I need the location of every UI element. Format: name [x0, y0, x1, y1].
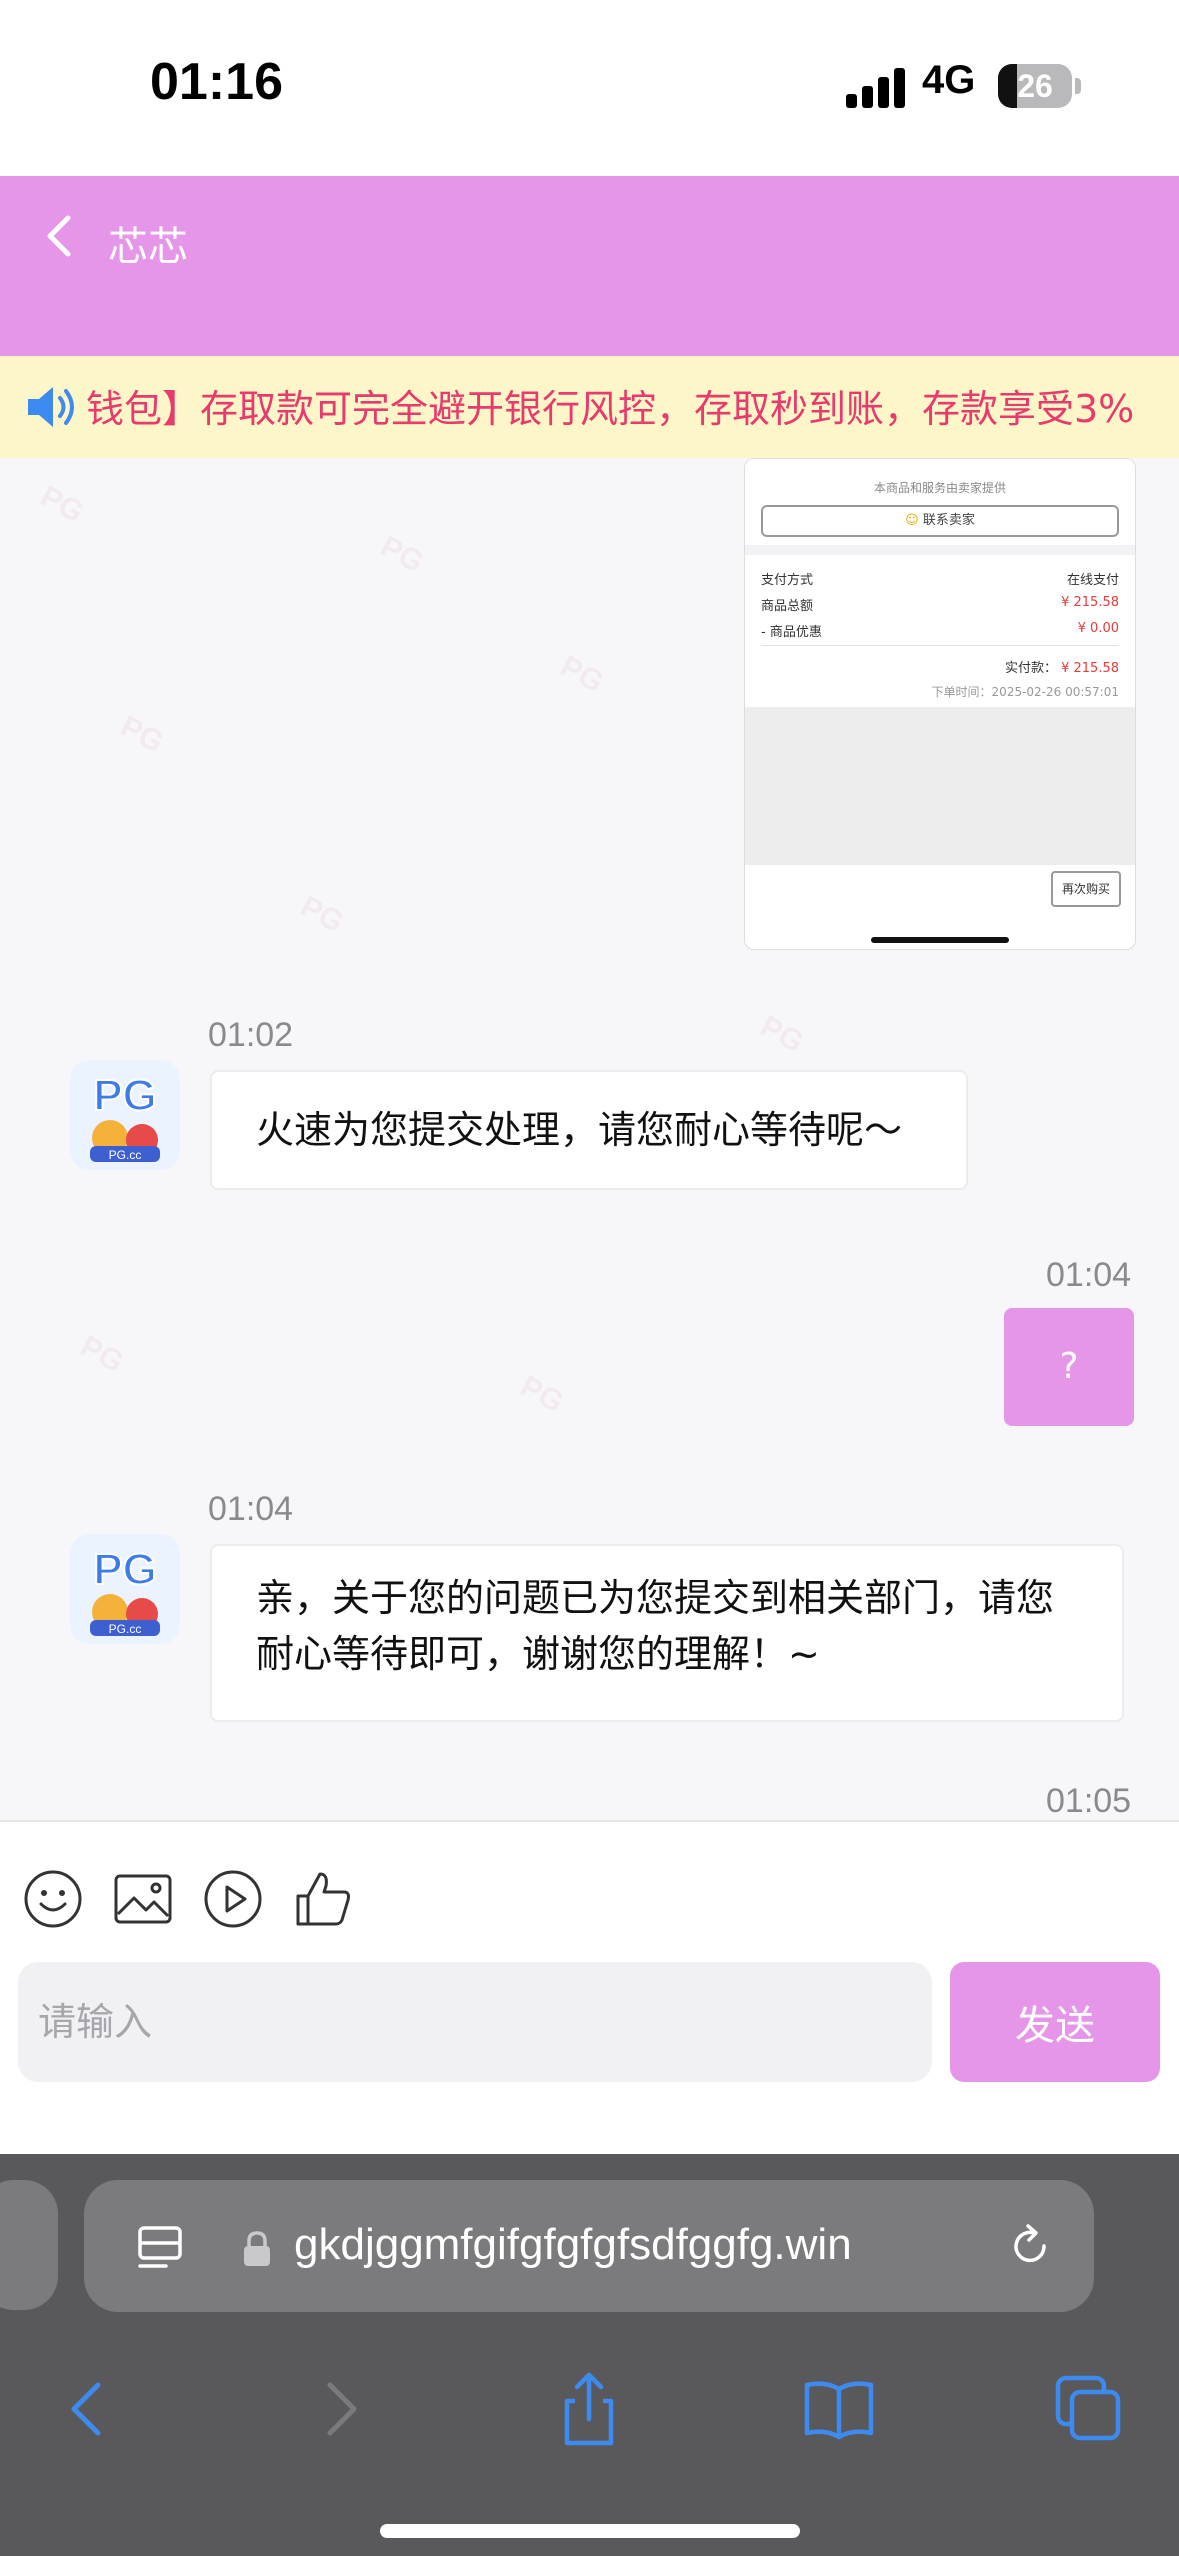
chat-title: 芯芯 — [108, 224, 188, 270]
network-label: 4G — [922, 58, 976, 102]
back-nav-button[interactable] — [32, 2354, 142, 2464]
thumbs-up-icon[interactable] — [292, 1868, 354, 1930]
chevron-left-icon — [47, 215, 71, 257]
chevron-left-icon — [71, 2382, 101, 2436]
seller-note: 本商品和服务由卖家提供 — [873, 481, 1006, 495]
agent-avatar[interactable]: PG PG.cc — [70, 1060, 180, 1170]
payment-method-value: 在线支付 — [1066, 573, 1119, 588]
contact-seller-label: 联系卖家 — [922, 513, 975, 528]
avatar-text: PG — [93, 1545, 157, 1594]
emoji-icon[interactable] — [22, 1868, 84, 1930]
status-time: 01:16 — [150, 53, 283, 111]
watermark-text: PG — [115, 709, 169, 760]
watermark-text: PG — [75, 1329, 129, 1380]
battery-level: 26 — [1017, 68, 1053, 104]
message-time: 01:04 — [208, 1490, 294, 1528]
forward-nav-button[interactable] — [286, 2354, 396, 2464]
share-button[interactable] — [534, 2354, 644, 2464]
user-message-bubble[interactable]: ? — [1004, 1308, 1134, 1426]
previous-tab-peek[interactable] — [0, 2180, 58, 2310]
url-text: gkdjggmfgifgfgfgfsdfggfg.win — [294, 2220, 852, 2269]
status-bar: 01:16 4G 26 — [0, 0, 1179, 176]
message-time: 01:05 — [1046, 1782, 1132, 1820]
watermark-text: PG — [375, 529, 429, 580]
send-button[interactable]: 发送 — [950, 1962, 1160, 2082]
payment-method-label: 支付方式 — [761, 573, 814, 588]
order-time: 下单时间：2025-02-26 00:57:01 — [931, 685, 1119, 699]
pg-logo-icon: PG PG.cc — [70, 1534, 180, 1644]
image-message[interactable]: 本商品和服务由卖家提供 ☺ 联系卖家 支付方式 在线支付 商品总额 ¥ 215.… — [744, 458, 1136, 950]
home-indicator — [380, 2524, 800, 2538]
message-composer: 发送 — [0, 1820, 1179, 2154]
watermark-text: PG — [35, 479, 89, 530]
browser-chrome: gkdjggmfgifgfgfgfsdfggfg.win — [0, 2154, 1179, 2556]
watermark-text: PG — [555, 649, 609, 700]
signal-icon — [846, 66, 906, 108]
paid-label: 实付款： — [1004, 661, 1057, 676]
battery-tip — [1075, 78, 1081, 94]
goods-total-value: ¥ 215.58 — [1061, 595, 1119, 610]
watermark-text: PG — [515, 1369, 569, 1420]
tabs-button[interactable] — [1034, 2354, 1144, 2464]
announcement-text: 钱包】存取款可完全避开银行风控，存取秒到账，存款享受3% — [86, 387, 1135, 431]
avatar-subtext: PG.cc — [109, 1148, 142, 1162]
address-bar[interactable]: gkdjggmfgifgfgfgfsdfggfg.win — [84, 2180, 1094, 2312]
discount-value: ¥ 0.00 — [1077, 621, 1119, 636]
lock-icon — [244, 2231, 270, 2266]
goods-total-label: 商品总额 — [761, 599, 814, 614]
watermark-text: PG — [755, 1009, 809, 1060]
reload-icon[interactable] — [1004, 2220, 1056, 2272]
message-time: 01:04 — [1046, 1256, 1132, 1294]
avatar-subtext: PG.cc — [109, 1622, 142, 1636]
agent-avatar[interactable]: PG PG.cc — [70, 1534, 180, 1644]
divider — [761, 645, 1119, 646]
smile-icon: ☺ — [905, 513, 919, 528]
home-indicator — [871, 937, 1009, 943]
speaker-icon — [28, 387, 74, 427]
agent-message-bubble[interactable]: 火速为您提交处理，请您耐心等待呢～ — [210, 1070, 968, 1190]
image-blank-area — [745, 707, 1135, 865]
rebuy-button: 再次购买 — [1051, 871, 1121, 907]
paid-value: ¥ 215.58 — [1061, 661, 1119, 676]
image-icon[interactable] — [112, 1868, 174, 1930]
chat-message-list[interactable]: PG PG PG PG PG PG PG PG PG PG 本商品和服务由卖家提… — [0, 458, 1179, 1820]
agent-message-bubble[interactable]: 亲，关于您的问题已为您提交到相关部门，请您耐心等待即可，谢谢您的理解！~ — [210, 1544, 1124, 1722]
video-icon[interactable] — [202, 1868, 264, 1930]
discount-label: - 商品优惠 — [761, 625, 822, 640]
bookmarks-button[interactable] — [784, 2354, 894, 2464]
share-icon — [564, 2372, 614, 2446]
watermark-text: PG — [295, 889, 349, 940]
message-input[interactable] — [18, 1962, 932, 2082]
back-button[interactable] — [36, 206, 86, 266]
tabs-icon — [1055, 2375, 1121, 2441]
browser-toolbar — [0, 2354, 1179, 2494]
announcement-marquee[interactable]: 钱包】存取款可完全避开银行风控，存取秒到账，存款享受3% — [0, 356, 1179, 458]
chevron-right-icon — [327, 2382, 357, 2436]
battery-icon: 26 — [998, 64, 1072, 108]
book-icon — [804, 2381, 874, 2440]
avatar-text: PG — [93, 1071, 157, 1120]
reader-icon[interactable] — [136, 2222, 186, 2272]
pg-logo-icon: PG PG.cc — [70, 1060, 180, 1170]
contact-seller-button: ☺ 联系卖家 — [761, 505, 1119, 537]
message-time: 01:02 — [208, 1016, 294, 1054]
